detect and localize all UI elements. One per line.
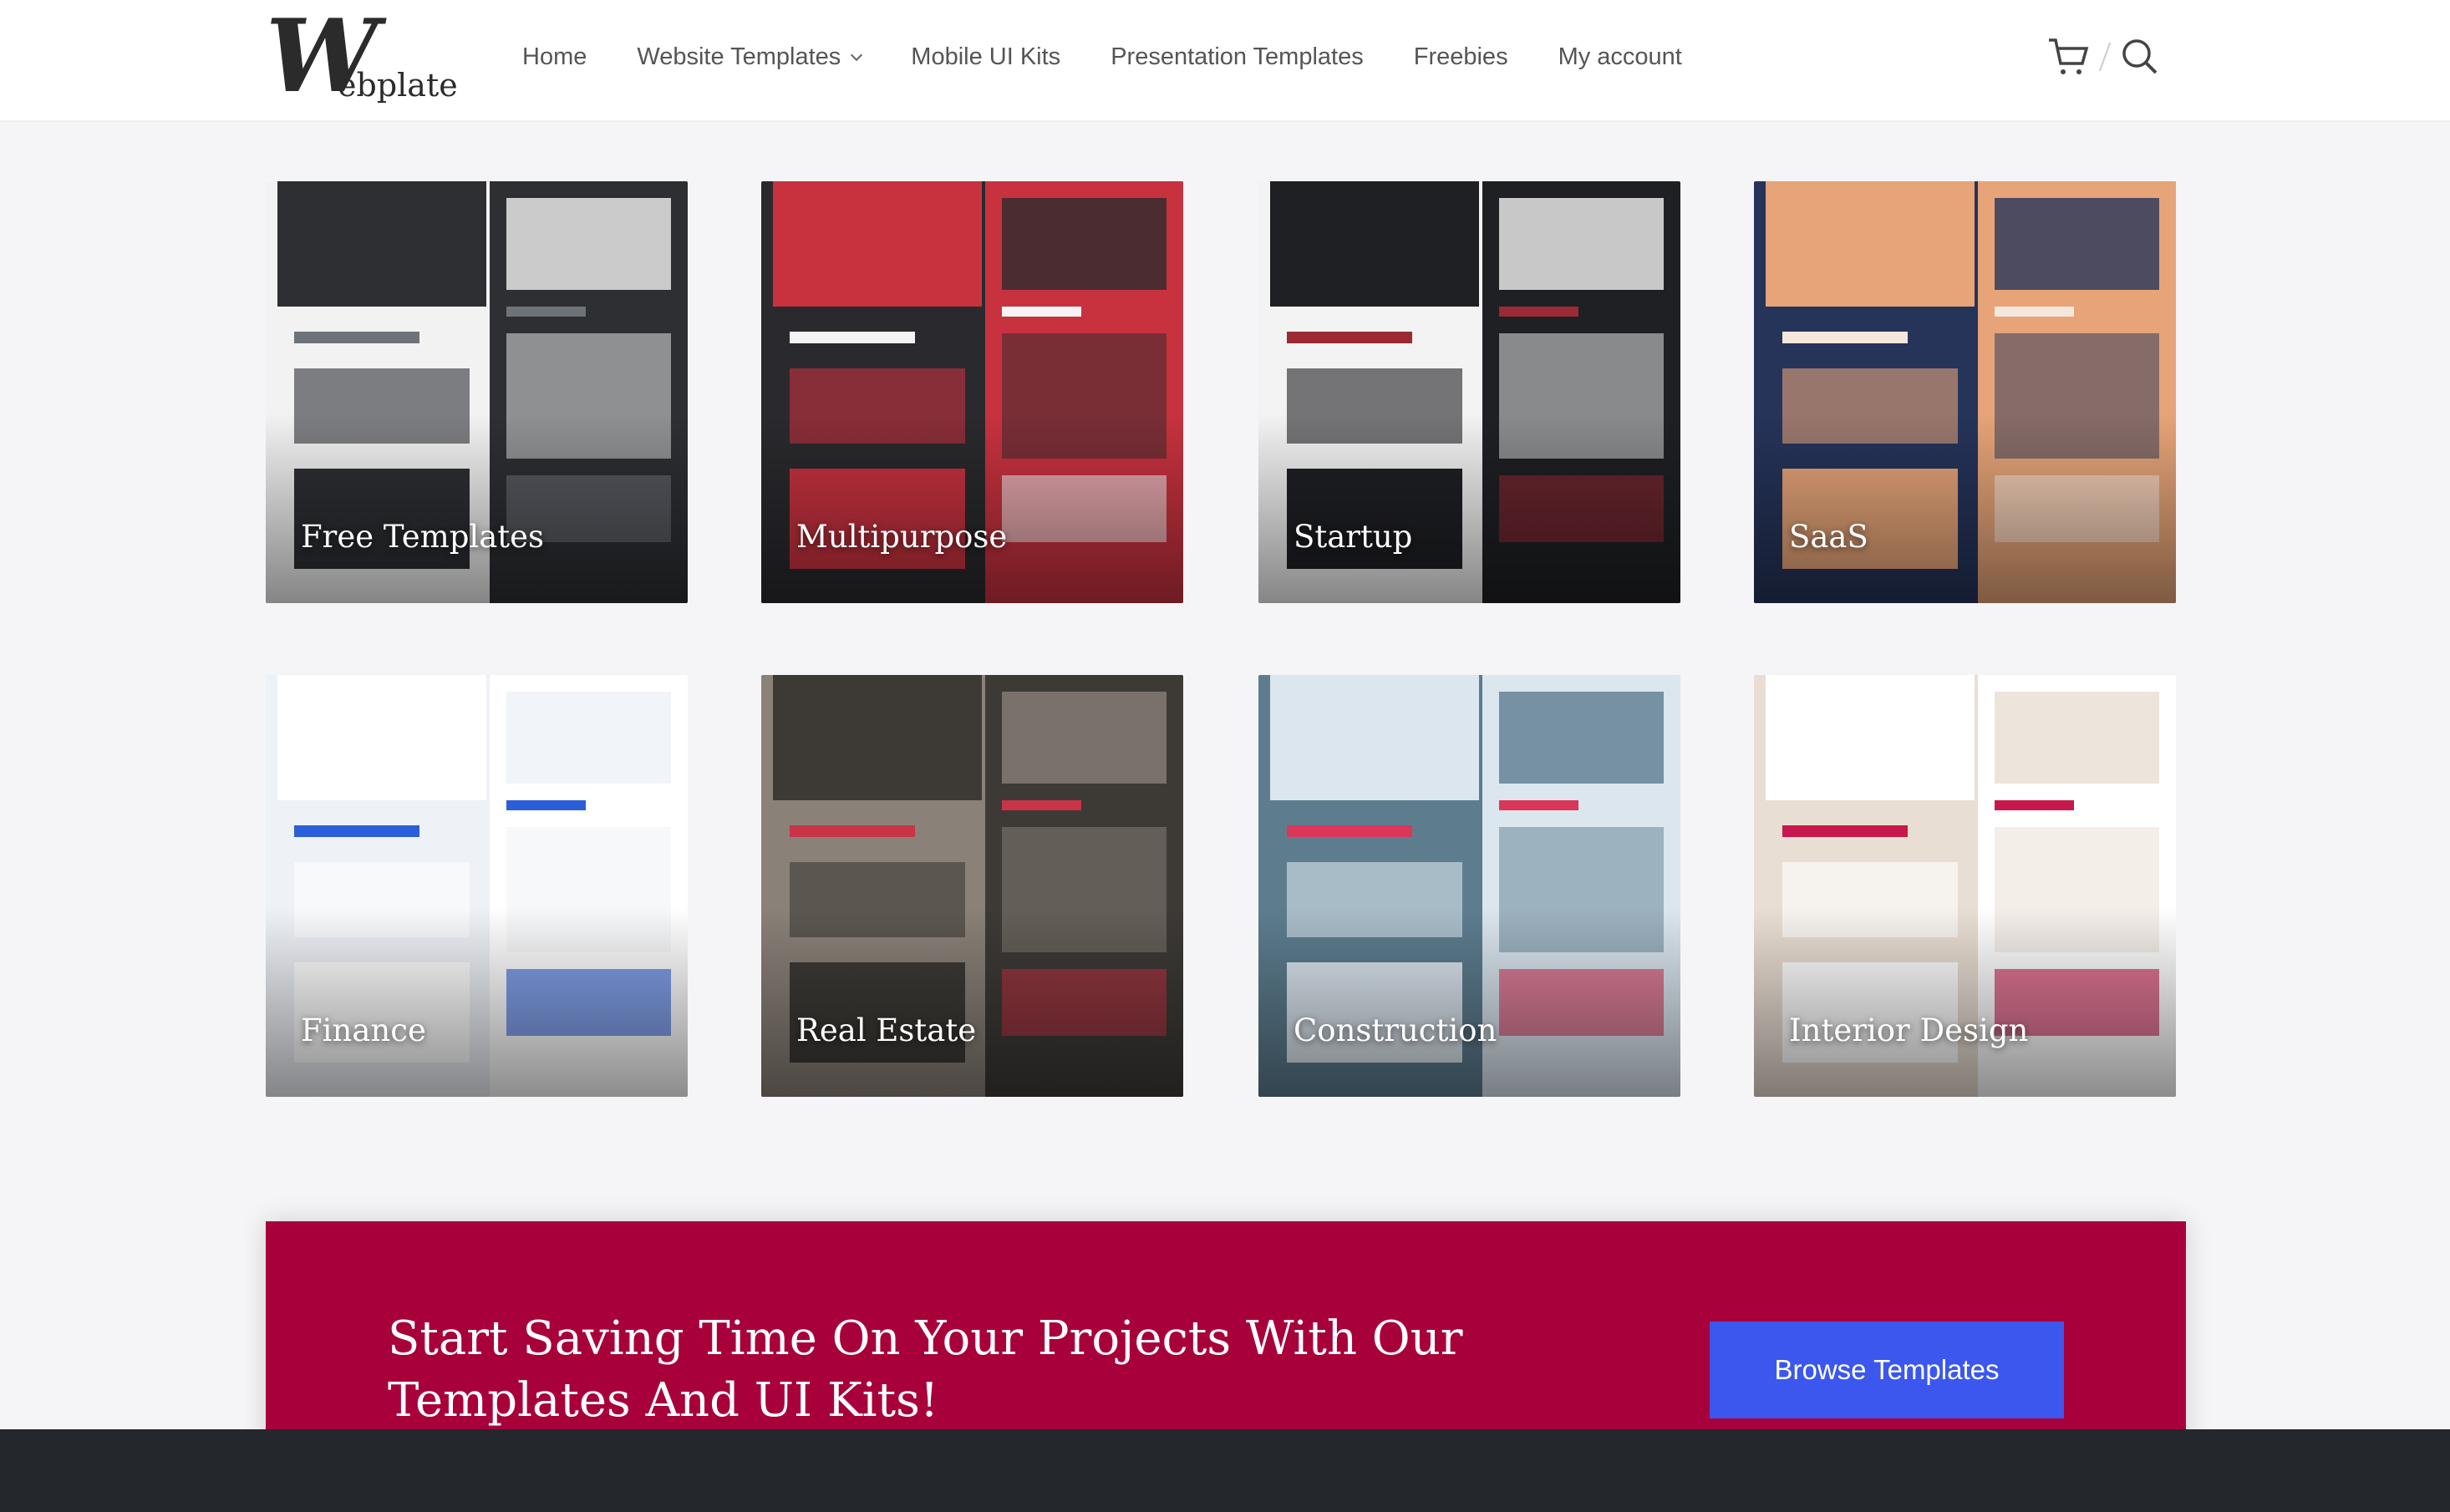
cart-icon[interactable] bbox=[2047, 37, 2089, 77]
category-label: Multipurpose bbox=[796, 519, 1008, 555]
category-card[interactable]: Free Templates bbox=[266, 181, 688, 603]
header-actions bbox=[2047, 37, 2159, 77]
nav-website-templates[interactable]: Website Templates bbox=[637, 43, 863, 71]
search-icon[interactable] bbox=[2121, 38, 2159, 76]
category-label: Interior Design bbox=[1789, 1012, 2029, 1048]
nav-my-account[interactable]: My account bbox=[1558, 43, 1682, 71]
logo-text: ebplate bbox=[338, 67, 458, 104]
chevron-down-icon bbox=[851, 48, 863, 62]
category-label: SaaS bbox=[1789, 519, 1868, 555]
card-overlay bbox=[266, 413, 688, 603]
category-card[interactable]: Real Estate bbox=[761, 675, 1183, 1097]
category-label: Finance bbox=[301, 1012, 426, 1048]
category-card[interactable]: Construction bbox=[1258, 675, 1680, 1097]
card-overlay bbox=[761, 906, 1183, 1097]
browse-templates-button[interactable]: Browse Templates bbox=[1710, 1322, 2064, 1418]
card-overlay bbox=[1754, 413, 2176, 603]
nav-home[interactable]: Home bbox=[522, 43, 587, 71]
category-card[interactable]: Interior Design bbox=[1754, 675, 2176, 1097]
main-nav: Home Website Templates Mobile UI Kits Pr… bbox=[522, 43, 1682, 71]
category-label: Construction bbox=[1294, 1012, 1497, 1048]
nav-mobile-ui-kits[interactable]: Mobile UI Kits bbox=[911, 43, 1060, 71]
webplate-logo[interactable]: W ebplate bbox=[266, 7, 458, 107]
card-overlay bbox=[1258, 906, 1680, 1097]
site-header: W ebplate Home Website Templates Mobile … bbox=[0, 0, 2450, 122]
card-overlay bbox=[761, 413, 1183, 603]
category-card[interactable]: Multipurpose bbox=[761, 181, 1183, 603]
category-card[interactable]: Finance bbox=[266, 675, 688, 1097]
category-label: Free Templates bbox=[301, 519, 545, 555]
category-card[interactable]: SaaS bbox=[1754, 181, 2176, 603]
footer bbox=[0, 1429, 2450, 1512]
cta-title: Start Saving Time On Your Projects With … bbox=[388, 1312, 1463, 1428]
divider bbox=[2098, 42, 2112, 72]
card-overlay bbox=[1258, 413, 1680, 603]
card-overlay bbox=[1754, 906, 2176, 1097]
nav-label: Website Templates bbox=[637, 43, 841, 70]
category-label: Startup bbox=[1294, 519, 1413, 555]
nav-presentation-templates[interactable]: Presentation Templates bbox=[1111, 43, 1364, 71]
card-overlay bbox=[266, 906, 688, 1097]
category-card[interactable]: Startup bbox=[1258, 181, 1680, 603]
nav-freebies[interactable]: Freebies bbox=[1414, 43, 1508, 71]
category-label: Real Estate bbox=[796, 1012, 977, 1048]
